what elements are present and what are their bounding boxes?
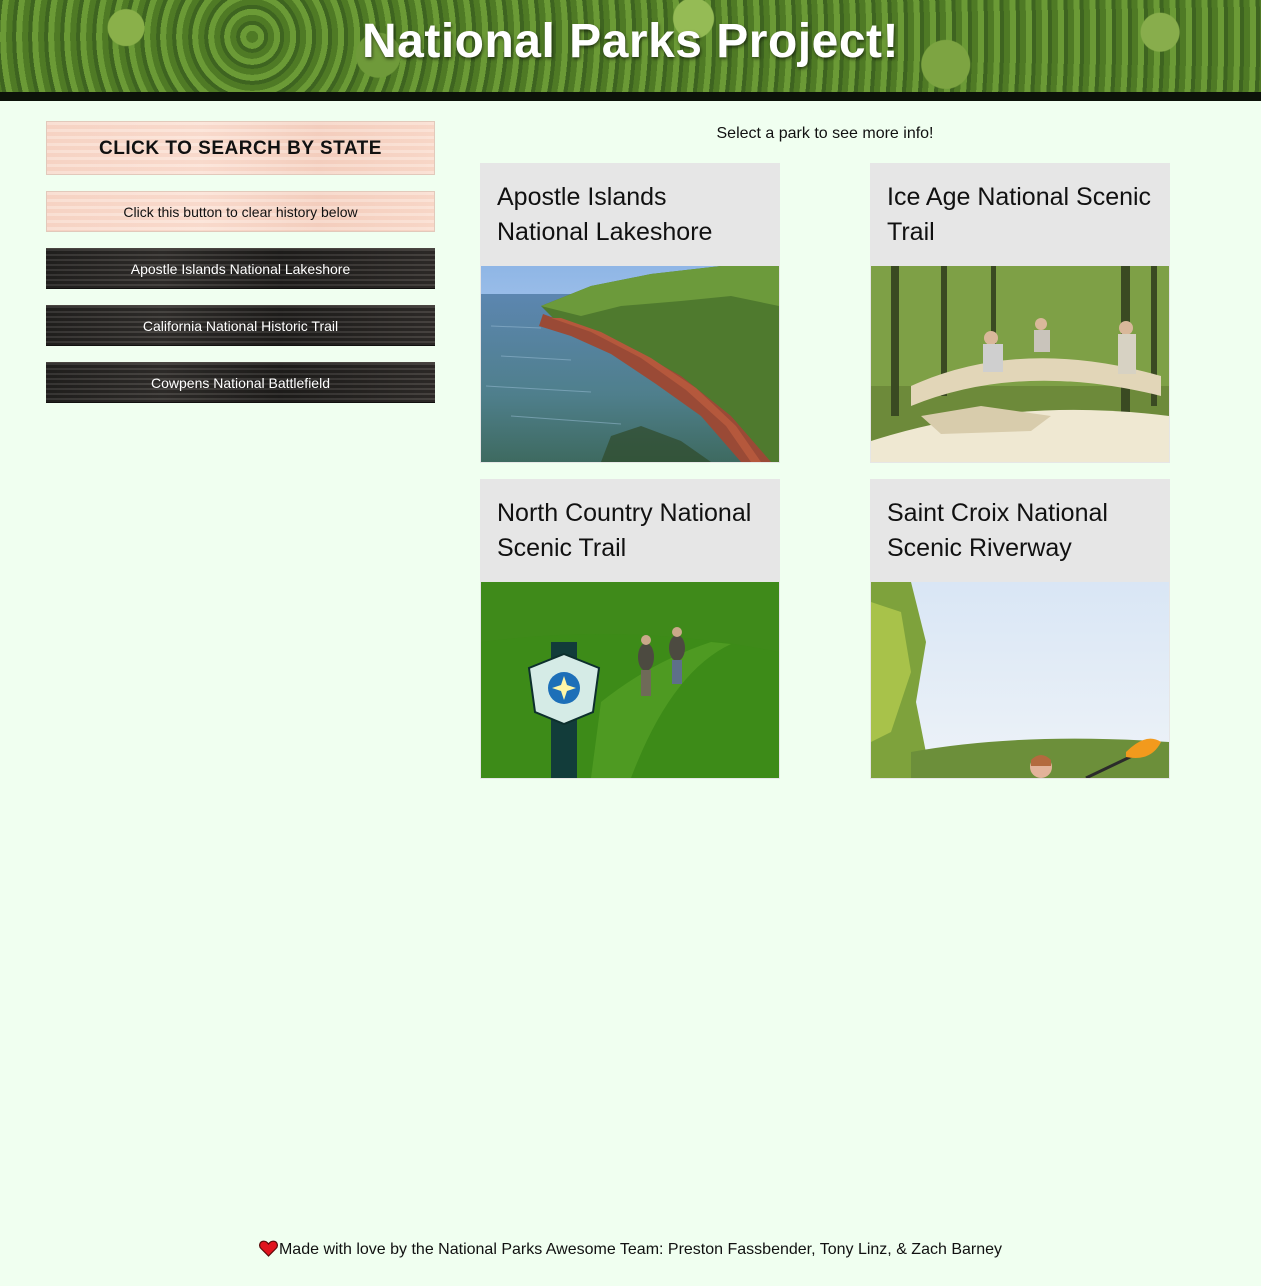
park-card-apostle-islands[interactable]: Apostle Islands National Lakeshore — [480, 163, 780, 463]
clear-history-button[interactable]: Click this button to clear history below — [46, 191, 435, 232]
header-divider — [0, 92, 1261, 101]
park-card-title: North Country National Scenic Trail — [497, 499, 752, 562]
kayaker-river-photo[interactable] — [871, 582, 1169, 778]
park-card-title: Apostle Islands National Lakeshore — [497, 183, 713, 246]
search-by-state-button[interactable]: CLICK TO SEARCH BY STATE — [46, 121, 435, 175]
heart-icon — [259, 1240, 278, 1262]
site-title: National Parks Project! — [361, 15, 899, 68]
boardwalk-construction-photo[interactable] — [871, 266, 1169, 462]
hikers-trail-sign-photo[interactable] — [481, 582, 779, 778]
park-card-title: Saint Croix National Scenic Riverway — [887, 499, 1108, 562]
park-card-saint-croix[interactable]: Saint Croix National Scenic Riverway — [870, 479, 1170, 779]
history-item[interactable]: California National Historic Trail — [46, 305, 435, 346]
sidebar: CLICK TO SEARCH BY STATE Click this butt… — [46, 121, 435, 403]
footer-text: Made with love by the National Parks Awe… — [278, 1241, 1003, 1258]
park-card-title: Ice Age National Scenic Trail — [887, 183, 1152, 246]
history-item[interactable]: Cowpens National Battlefield — [46, 362, 435, 403]
select-park-prompt: Select a park to see more info! — [716, 125, 934, 142]
park-card-ice-age[interactable]: Ice Age National Scenic Trail — [870, 163, 1170, 463]
history-item[interactable]: Apostle Islands National Lakeshore — [46, 248, 435, 289]
lakeshore-cliffs-photo[interactable] — [481, 266, 779, 462]
footer: Made with love by the National Parks Awe… — [0, 1240, 1261, 1262]
park-card-north-country[interactable]: North Country National Scenic Trail — [480, 479, 780, 779]
